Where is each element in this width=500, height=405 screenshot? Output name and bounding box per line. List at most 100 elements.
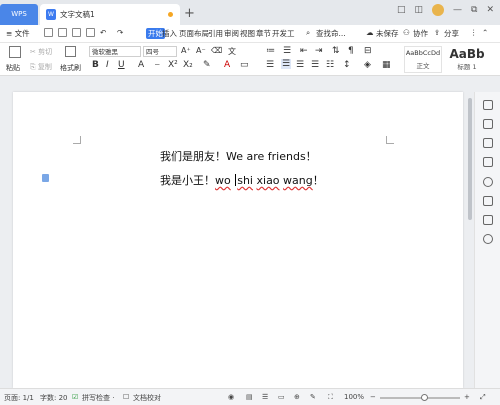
bullets-icon[interactable]: ≔ <box>266 46 275 56</box>
copy-button[interactable]: ⎘ 复制 <box>30 62 52 72</box>
zoom-in-icon[interactable]: + <box>464 393 470 401</box>
subscript-icon[interactable]: X₂ <box>183 60 193 70</box>
style-heading1[interactable]: AaBb 标题 1 <box>443 46 491 73</box>
paragraph-2[interactable]: 我是小王！wo shi xiao wang！ <box>160 172 324 188</box>
avatar[interactable] <box>432 4 445 16</box>
vertical-scrollbar[interactable] <box>466 92 474 388</box>
align-center-icon[interactable]: ☰ <box>281 59 292 69</box>
split-icon[interactable]: ◫ <box>415 5 424 15</box>
font-name-select[interactable]: 微软雅黑 <box>89 46 141 57</box>
select-icon[interactable] <box>483 138 493 148</box>
tab-view[interactable]: 视图 <box>240 28 255 39</box>
highlight-icon[interactable]: ✎ <box>203 60 211 70</box>
bold-icon[interactable]: B <box>92 60 99 70</box>
tab-stops-icon[interactable]: ⊟ <box>364 46 372 56</box>
underline-icon[interactable]: U <box>118 60 125 70</box>
superscript-icon[interactable]: X² <box>168 60 178 70</box>
minimize-button[interactable]: — <box>453 5 462 15</box>
location-icon[interactable] <box>483 234 493 244</box>
layout-icon[interactable]: □ <box>397 5 406 15</box>
undo-icon[interactable]: ↶ <box>100 28 106 37</box>
strikethrough-icon[interactable]: A <box>138 60 144 70</box>
page-count[interactable]: 页面: 1/1 <box>4 393 34 403</box>
align-right-icon[interactable]: ☰ <box>296 60 304 70</box>
zoom-out-icon[interactable]: − <box>370 393 376 401</box>
backup-icon[interactable] <box>483 215 493 225</box>
zoom-slider[interactable] <box>380 397 460 399</box>
format-painter-icon[interactable] <box>65 46 76 57</box>
paste-button[interactable]: 粘贴 <box>6 63 20 73</box>
word-count[interactable]: 字数: 20 <box>40 393 68 403</box>
help-icon[interactable] <box>483 177 493 187</box>
tab-chapter[interactable]: 章节 <box>256 28 271 39</box>
edit-icon[interactable] <box>483 119 493 129</box>
tab-insert[interactable]: 插入 <box>162 28 177 39</box>
indent-icon[interactable]: ⇥ <box>315 46 323 56</box>
wps-home-tab[interactable]: WPS <box>0 4 38 25</box>
document-tab[interactable]: W 文字文稿1 <box>40 4 180 25</box>
style-panel-icon[interactable] <box>483 100 493 110</box>
close-button[interactable]: ✕ <box>486 5 494 15</box>
share-button[interactable]: 分享 <box>444 28 459 39</box>
format-painter-button[interactable]: 格式刷 <box>60 63 81 73</box>
protect-icon[interactable]: ◉ <box>228 393 234 401</box>
tab-layout[interactable]: 页面布局 <box>179 28 209 39</box>
font-color-icon[interactable]: A <box>224 60 230 70</box>
tab-review[interactable]: 审阅 <box>224 28 239 39</box>
read-view-icon[interactable]: ▭ <box>278 393 285 401</box>
focus-icon[interactable]: ⛶ <box>328 393 333 402</box>
document-page[interactable] <box>13 92 463 388</box>
numbering-icon[interactable]: ☰ <box>283 46 291 56</box>
scrollbar-thumb[interactable] <box>468 98 472 220</box>
print-icon[interactable] <box>72 28 81 37</box>
show-marks-icon[interactable]: ¶ <box>348 46 354 56</box>
new-tab-button[interactable]: + <box>184 6 195 21</box>
redo-icon[interactable]: ↷ <box>117 28 123 37</box>
spell-check[interactable]: 拼写检查 · <box>82 393 114 403</box>
more-icon[interactable]: ⋮ <box>470 28 478 37</box>
save-icon[interactable] <box>44 28 53 37</box>
collapse-ribbon-icon[interactable]: ⌃ <box>482 28 488 37</box>
web-view-icon[interactable]: ⊕ <box>294 393 300 401</box>
grow-font-icon[interactable]: A⁺ <box>181 46 191 55</box>
paragraph-1[interactable]: 我们是朋友！We are friends！ <box>160 148 317 164</box>
style-normal[interactable]: AaBbCcDd 正文 <box>404 46 442 73</box>
font-size-select[interactable]: 四号 <box>143 46 177 57</box>
restore-button[interactable]: ⧉ <box>471 5 477 15</box>
strike-icon[interactable]: ⎯ <box>155 60 160 70</box>
tab-references[interactable]: 引用 <box>208 28 223 39</box>
shrink-font-icon[interactable]: A⁻ <box>196 46 206 55</box>
proofread-button[interactable]: 文档校对 <box>133 393 161 403</box>
search-input[interactable]: 查找命... <box>316 28 346 39</box>
fit-icon[interactable]: ⤢ <box>480 393 486 402</box>
zoom-level[interactable]: 100% <box>344 393 364 401</box>
share-panel-icon[interactable] <box>483 196 493 206</box>
align-left-icon[interactable]: ☰ <box>266 60 274 70</box>
distribute-icon[interactable]: ☷ <box>326 60 334 70</box>
unsaved-status[interactable]: 未保存 <box>376 28 399 39</box>
clear-format-icon[interactable]: ⌫ <box>211 46 222 55</box>
file-menu[interactable]: ≡ 文件 <box>6 28 30 39</box>
cut-button[interactable]: ✂ 剪切 <box>30 47 52 57</box>
export-pdf-icon[interactable] <box>58 28 67 37</box>
paragraph-handle-icon[interactable] <box>42 174 49 182</box>
border-icon[interactable]: ▦ <box>382 60 391 70</box>
char-border-icon[interactable]: ▭ <box>240 60 249 70</box>
pinyin-icon[interactable]: 文 <box>228 46 236 57</box>
shading-icon[interactable]: ◈ <box>364 60 371 70</box>
collab-button[interactable]: 协作 <box>413 28 428 39</box>
page-view-icon[interactable]: ▤ <box>246 393 253 401</box>
italic-icon[interactable]: I <box>106 60 109 70</box>
tab-developer[interactable]: 开发工 <box>272 28 295 39</box>
sort-icon[interactable]: ⇅ <box>332 46 340 56</box>
print-preview-icon[interactable] <box>86 28 95 37</box>
misspelled-word: xiao <box>256 174 280 187</box>
paste-icon[interactable] <box>9 46 21 58</box>
write-view-icon[interactable]: ✎ <box>310 393 316 401</box>
outdent-icon[interactable]: ⇤ <box>300 46 308 56</box>
justify-icon[interactable]: ☰ <box>311 60 319 70</box>
outline-view-icon[interactable]: ☰ <box>262 393 268 401</box>
line-spacing-icon[interactable]: ↕ <box>343 60 351 70</box>
settings-sliders-icon[interactable] <box>483 157 493 167</box>
zoom-slider-handle[interactable] <box>421 394 428 401</box>
